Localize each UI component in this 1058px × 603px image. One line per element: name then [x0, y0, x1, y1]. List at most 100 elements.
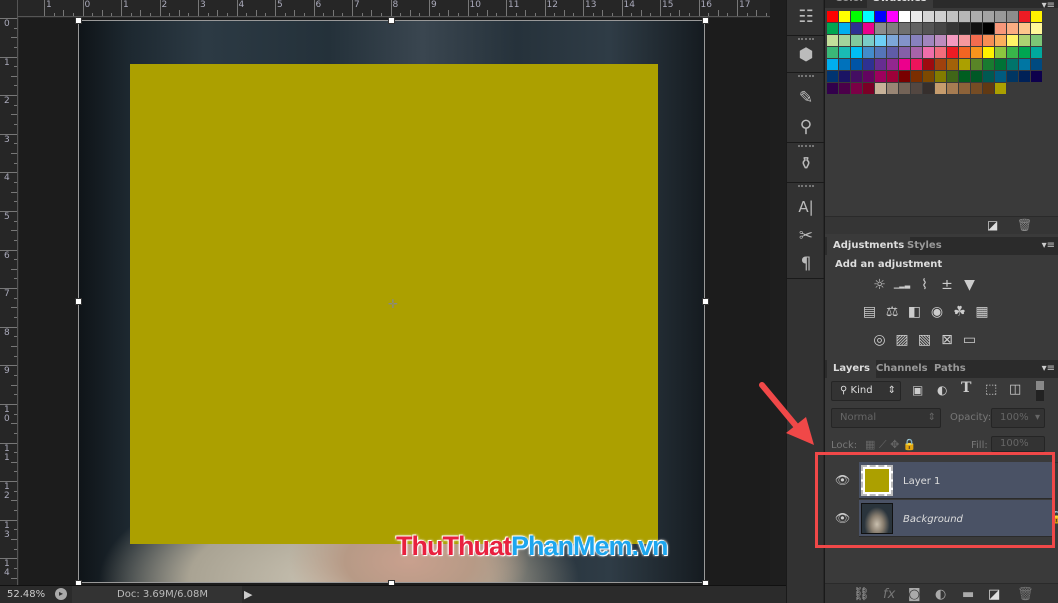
color-swatch[interactable]: [875, 71, 886, 82]
color-swatch[interactable]: [887, 47, 898, 58]
color-swatch[interactable]: [1019, 59, 1030, 70]
color-swatch[interactable]: [947, 11, 958, 22]
color-swatch[interactable]: [911, 35, 922, 46]
horizontal-ruler[interactable]: 1012345678910111213141516171: [0, 0, 806, 17]
color-swatch[interactable]: [923, 83, 934, 94]
color-swatch[interactable]: [911, 23, 922, 34]
color-swatch[interactable]: [839, 11, 850, 22]
layer-filter-select[interactable]: ⚲ Kind ⇕: [831, 381, 901, 401]
zoom-level[interactable]: 52.48%: [7, 589, 45, 600]
opacity-input[interactable]: 100% ▾: [991, 408, 1045, 428]
color-swatch[interactable]: [995, 59, 1006, 70]
color-swatch[interactable]: [923, 47, 934, 58]
new-swatch-icon[interactable]: ◪: [987, 218, 998, 232]
color-swatch[interactable]: [863, 83, 874, 94]
color-swatch[interactable]: [935, 83, 946, 94]
color-swatch[interactable]: [947, 47, 958, 58]
vertical-ruler[interactable]: 0 1 2 3 4 5 6 7 8 9 10 11 12 13 14: [0, 0, 18, 589]
color-swatch[interactable]: [827, 59, 838, 70]
color-swatch[interactable]: [851, 11, 862, 22]
color-swatch[interactable]: [875, 35, 886, 46]
color-swatch[interactable]: [971, 11, 982, 22]
link-layers-icon[interactable]: ⛓: [853, 587, 870, 602]
invert-icon[interactable]: ◎: [871, 333, 888, 348]
color-swatch[interactable]: [863, 35, 874, 46]
transform-center-icon[interactable]: ✛: [388, 297, 398, 311]
color-swatch[interactable]: [1031, 23, 1042, 34]
new-adjustment-layer-icon[interactable]: ◐: [935, 587, 946, 602]
color-swatch[interactable]: [1019, 11, 1030, 22]
color-swatch[interactable]: [971, 83, 982, 94]
color-swatch[interactable]: [1007, 11, 1018, 22]
status-menu-arrow-icon[interactable]: ▶: [244, 588, 252, 601]
posterize-icon[interactable]: ▨: [894, 333, 911, 348]
color-swatch[interactable]: [899, 71, 910, 82]
blend-mode-select[interactable]: Normal ⇕: [831, 408, 941, 428]
color-swatch[interactable]: [911, 47, 922, 58]
brush-presets-icon[interactable]: ✎: [793, 86, 819, 110]
color-swatch[interactable]: [995, 11, 1006, 22]
black-white-icon[interactable]: ◧: [906, 305, 923, 320]
color-swatch[interactable]: [851, 35, 862, 46]
color-swatch[interactable]: [839, 23, 850, 34]
panel-menu-icon[interactable]: ▾≡: [1042, 363, 1055, 374]
color-swatch[interactable]: [887, 59, 898, 70]
color-swatch[interactable]: [959, 71, 970, 82]
color-swatch[interactable]: [851, 23, 862, 34]
color-swatch[interactable]: [875, 23, 886, 34]
color-swatch[interactable]: [1007, 35, 1018, 46]
color-swatch[interactable]: [911, 11, 922, 22]
color-swatch[interactable]: [995, 83, 1006, 94]
color-swatch[interactable]: [839, 35, 850, 46]
filter-smart-object-icon[interactable]: ◫: [1009, 382, 1021, 397]
color-swatch[interactable]: [935, 35, 946, 46]
clone-source-icon[interactable]: ⚱: [793, 152, 819, 176]
transform-handle[interactable]: [388, 17, 395, 24]
delete-swatch-icon[interactable]: 🗑: [1017, 218, 1032, 232]
color-swatch[interactable]: [899, 59, 910, 70]
photo-filter-icon[interactable]: ◉: [929, 305, 946, 320]
panel-grip[interactable]: [798, 145, 814, 147]
color-swatch[interactable]: [899, 47, 910, 58]
color-swatch[interactable]: [983, 35, 994, 46]
color-swatch[interactable]: [1007, 71, 1018, 82]
color-swatch[interactable]: [923, 35, 934, 46]
curves-icon[interactable]: ⌇: [916, 278, 933, 293]
color-swatch[interactable]: [935, 11, 946, 22]
color-swatch[interactable]: [863, 23, 874, 34]
color-swatch[interactable]: [983, 47, 994, 58]
character-icon[interactable]: A|: [793, 195, 819, 219]
panel-grip[interactable]: [798, 185, 814, 187]
color-swatch[interactable]: [1019, 71, 1030, 82]
status-info-icon[interactable]: ▸: [55, 588, 67, 600]
color-swatch[interactable]: [899, 35, 910, 46]
color-swatch[interactable]: [899, 11, 910, 22]
color-swatch[interactable]: [947, 35, 958, 46]
color-swatch[interactable]: [959, 59, 970, 70]
hue-saturation-icon[interactable]: ▤: [861, 305, 878, 320]
tab-channels[interactable]: Channels: [870, 360, 934, 378]
filter-toggle[interactable]: [1036, 381, 1044, 401]
color-swatch[interactable]: [923, 23, 934, 34]
color-swatch[interactable]: [875, 83, 886, 94]
tab-styles[interactable]: Styles: [901, 237, 948, 255]
color-swatch[interactable]: [959, 23, 970, 34]
color-swatch[interactable]: [827, 11, 838, 22]
color-swatch[interactable]: [851, 47, 862, 58]
color-swatch[interactable]: [935, 59, 946, 70]
new-layer-icon[interactable]: ◪: [988, 587, 1000, 602]
color-swatch[interactable]: [995, 23, 1006, 34]
exposure-icon[interactable]: ±: [939, 278, 956, 293]
color-swatch[interactable]: [887, 71, 898, 82]
color-swatch[interactable]: [971, 71, 982, 82]
color-swatch[interactable]: [983, 83, 994, 94]
color-swatch[interactable]: [1031, 71, 1042, 82]
color-swatch[interactable]: [995, 71, 1006, 82]
color-swatch[interactable]: [827, 47, 838, 58]
color-swatch[interactable]: [887, 11, 898, 22]
color-swatch[interactable]: [1019, 47, 1030, 58]
color-swatch[interactable]: [923, 59, 934, 70]
color-swatch[interactable]: [839, 47, 850, 58]
3d-icon[interactable]: ⬢: [793, 43, 819, 67]
history-icon[interactable]: ☷: [793, 5, 819, 29]
